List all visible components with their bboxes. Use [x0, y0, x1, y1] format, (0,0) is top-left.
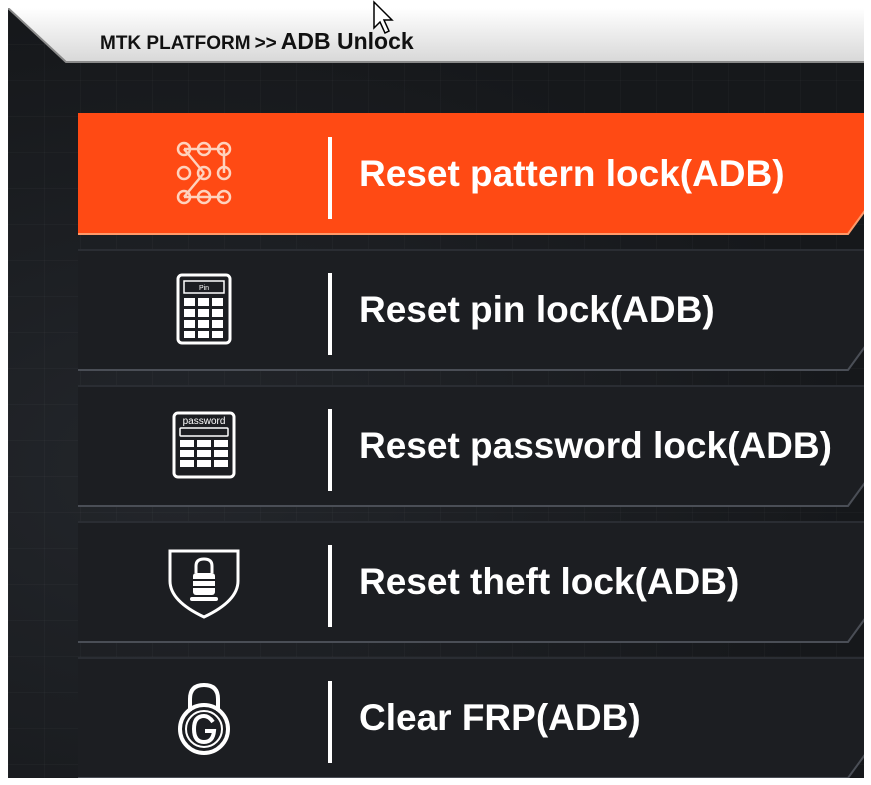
menu-item-divider [328, 545, 332, 627]
menu-item-reset-pattern-lock[interactable]: Reset pattern lock(ADB) [78, 113, 864, 235]
password-keypad-icon: password [172, 411, 236, 479]
menu-item-divider [328, 681, 332, 763]
app-frame: MTK PLATFORM >> ADB Unlock Reset pattern… [8, 8, 864, 778]
menu-item-divider [328, 409, 332, 491]
pattern-lock-icon [176, 141, 232, 205]
menu-item-label: Reset password lock(ADB) [359, 425, 832, 466]
breadcrumb-platform[interactable]: MTK PLATFORM [100, 33, 251, 54]
mouse-cursor-icon [373, 0, 394, 35]
google-lock-icon [178, 682, 230, 755]
menu-item-clear-frp[interactable]: Clear FRP(ADB) [78, 657, 864, 778]
menu-item-reset-password-lock[interactable]: password Reset password lock(ADB) [78, 385, 864, 507]
pin-keypad-icon: Pin [176, 273, 232, 345]
pin-icon-text: Pin [199, 285, 209, 292]
menu-item-reset-theft-lock[interactable]: Reset theft lock(ADB) [78, 521, 864, 643]
breadcrumb-separator: >> [254, 33, 277, 54]
menu-item-divider [328, 273, 332, 355]
menu-item-reset-pin-lock[interactable]: Pin Reset pin lock(ADB) [78, 249, 864, 371]
menu-item-label: Reset theft lock(ADB) [359, 561, 740, 602]
menu-item-label: Reset pin lock(ADB) [359, 289, 715, 330]
menu-item-divider [328, 137, 332, 219]
shield-lock-icon [168, 549, 240, 619]
breadcrumb: MTK PLATFORM >> ADB Unlock [8, 8, 864, 66]
menu-item-label: Clear FRP(ADB) [359, 697, 641, 738]
password-icon-text: password [183, 416, 226, 427]
menu-item-label: Reset pattern lock(ADB) [359, 153, 785, 194]
